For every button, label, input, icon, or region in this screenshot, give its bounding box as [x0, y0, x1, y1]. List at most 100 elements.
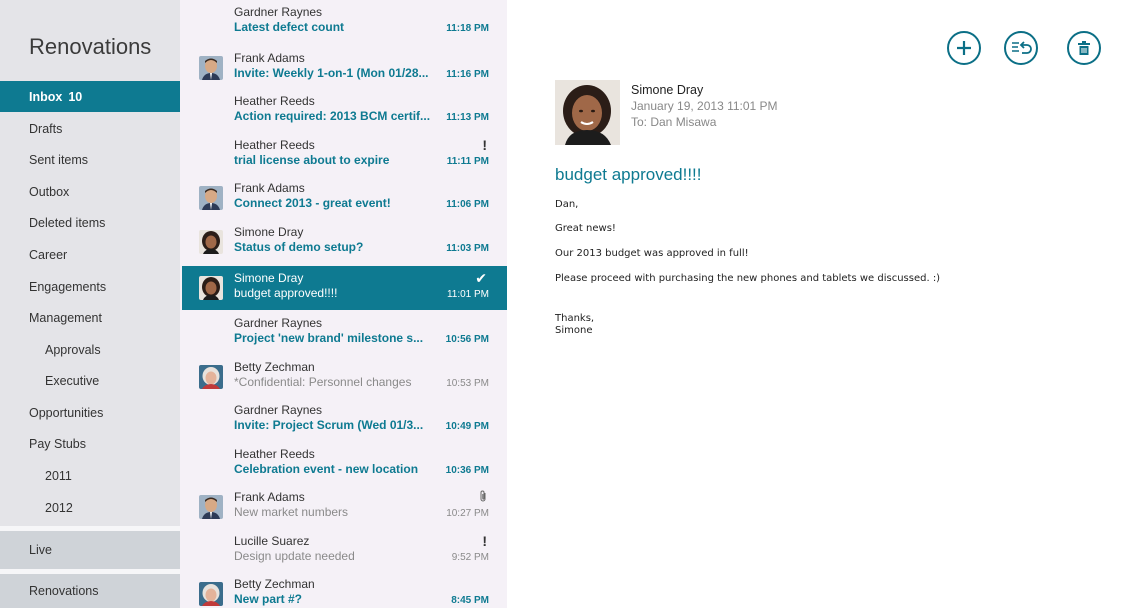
- folder-2011[interactable]: 2011: [0, 460, 180, 491]
- trash-icon: [1078, 41, 1090, 55]
- message-row[interactable]: Simone Dray budget approved!!!! 11:01 PM ✔: [182, 266, 507, 310]
- folder-label: Career: [29, 247, 68, 262]
- folder-opportunities[interactable]: Opportunities: [0, 397, 180, 428]
- message-subject: New market numbers: [234, 505, 349, 519]
- importance-flag-icon: !: [482, 532, 487, 549]
- folder-label: Sent items: [29, 152, 89, 167]
- respond-button[interactable]: [1004, 31, 1038, 65]
- attachment-indicator: [479, 489, 487, 505]
- message-time: 8:45 PM: [451, 595, 489, 606]
- message-sender: Heather Reeds: [234, 94, 315, 108]
- message-row[interactable]: Frank Adams New market numbers 10:27 PM: [182, 485, 507, 529]
- folder-inbox[interactable]: Inbox 10: [0, 81, 180, 112]
- reply-icon: [1012, 41, 1032, 54]
- message-sender: Heather Reeds: [234, 446, 315, 461]
- account-label: Renovations: [29, 584, 99, 598]
- message-row[interactable]: Gardner Raynes Latest defect count 11:18 P…: [182, 0, 507, 44]
- body-greeting: Dan,: [555, 199, 579, 210]
- message-row[interactable]: Gardner Raynes Invite: Project Scrum (Wed…: [182, 398, 507, 442]
- folder-engagements[interactable]: Engagements: [0, 271, 180, 302]
- folder-label: Inbox: [29, 89, 63, 104]
- folder-pay-stubs[interactable]: Pay Stubs: [0, 428, 180, 459]
- message-time: 11:06 PM: [446, 199, 489, 210]
- sent-date: January 19, 2013 11:01 PM: [631, 99, 778, 113]
- simone-avatar-icon: [199, 276, 223, 300]
- message-row[interactable]: Betty Zechman New part #? 8:45 PM: [182, 572, 507, 608]
- message-subject: Status of demo setup?: [234, 239, 364, 254]
- account-live[interactable]: Live: [0, 531, 180, 569]
- message-time: 11:11 PM: [446, 155, 489, 167]
- delete-button[interactable]: [1067, 31, 1101, 65]
- message-sender: Frank Adams: [234, 490, 305, 504]
- betty-avatar-icon: [199, 582, 223, 606]
- folder-career[interactable]: Career: [0, 239, 180, 270]
- folder-label: Approvals: [45, 342, 101, 357]
- message-row[interactable]: Betty Zechman *Confidential: Personnel ch…: [182, 355, 507, 399]
- message-subject: Connect 2013 - great event!: [234, 196, 391, 210]
- folder-label: Drafts: [29, 121, 63, 136]
- sender-photo: [555, 80, 620, 145]
- simone-avatar-icon: [199, 229, 223, 254]
- folder-drafts[interactable]: Drafts: [0, 113, 180, 144]
- paperclip-icon: [480, 490, 486, 502]
- folder-label: Engagements: [29, 279, 107, 294]
- message-time: 9:52 PM: [451, 551, 489, 563]
- message-sender: Simone Dray: [234, 271, 304, 285]
- message-sender: Gardner Raynes: [234, 316, 323, 330]
- message-subject: Celebration event - new location: [234, 461, 419, 476]
- message-sender: Lucille Suarez: [234, 533, 310, 548]
- message-time: 10:53 PM: [446, 377, 489, 389]
- importance-flag-icon: !: [482, 136, 487, 153]
- message-sender: Gardner Raynes: [234, 403, 323, 417]
- message-time: 10:36 PM: [445, 464, 489, 476]
- message-time: 11:03 PM: [446, 242, 489, 254]
- plus-icon: [957, 41, 971, 55]
- message-subject: budget approved!!!!: [555, 165, 702, 184]
- message-time: 11:13 PM: [446, 112, 489, 123]
- new-mail-button[interactable]: [947, 31, 981, 65]
- unread-count-badge: 10: [68, 89, 83, 104]
- message-list[interactable]: Gardner Raynes Latest defect count 11:18 P…: [180, 0, 507, 608]
- frank-avatar-icon: [199, 495, 223, 519]
- message-subject: trial license about to expire: [234, 152, 390, 167]
- message-row[interactable]: Lucille Suarez Design update needed 9:52 P…: [182, 529, 507, 573]
- message-subject: Latest defect count: [234, 20, 345, 34]
- betty-avatar-icon: [199, 364, 223, 389]
- folder-management[interactable]: Management: [0, 302, 180, 333]
- message-row[interactable]: Simone Dray Status of demo setup? 11:03 PM: [182, 220, 507, 264]
- folder-deleted-items[interactable]: Deleted items: [0, 207, 180, 238]
- folder-sent-items[interactable]: Sent items: [0, 144, 180, 175]
- folder-label: 2012: [45, 500, 73, 515]
- message-time: 11:16 PM: [446, 68, 489, 80]
- folder-approvals[interactable]: Approvals: [0, 334, 180, 365]
- message-row[interactable]: Heather Reeds trial license about to expi…: [182, 133, 507, 177]
- message-row[interactable]: Heather Reeds Celebration event - new loc…: [182, 442, 507, 486]
- account-renovations[interactable]: Renovations: [0, 574, 180, 608]
- message-row[interactable]: Frank Adams Invite: Weekly 1-on-1 (Mon 01…: [182, 46, 507, 90]
- message-time: 11:01 PM: [446, 289, 489, 300]
- folder-label: 2011: [45, 468, 72, 483]
- message-sender: Betty Zechman: [234, 577, 315, 591]
- message-subject: *Confidential: Personnel changes: [234, 374, 412, 389]
- folder-label: Pay Stubs: [29, 436, 86, 451]
- message-row[interactable]: Gardner Raynes Project 'new brand' milest…: [182, 311, 507, 355]
- body-signoff: Thanks,: [555, 313, 595, 324]
- message-sender: Betty Zechman: [234, 359, 315, 374]
- reading-pane: Simone Dray January 19, 2013 11:01 PM To…: [507, 0, 1134, 608]
- message-time: 11:18 PM: [446, 23, 489, 34]
- folder-label: Executive: [45, 373, 100, 388]
- folder-executive[interactable]: Executive: [0, 365, 180, 396]
- folder-outbox[interactable]: Outbox: [0, 176, 180, 207]
- body-line: Please proceed with purchasing the new p…: [555, 273, 941, 284]
- simone-portrait-icon: [555, 80, 620, 145]
- folder-label: Opportunities: [29, 405, 104, 420]
- folder-label: Outbox: [29, 184, 70, 199]
- message-row[interactable]: Heather Reeds Action required: 2013 BCM c…: [182, 89, 507, 133]
- message-time: 10:27 PM: [446, 508, 489, 519]
- message-sender: Heather Reeds: [234, 137, 315, 152]
- message-row[interactable]: Frank Adams Connect 2013 - great event! 11…: [182, 176, 507, 220]
- account-title: Renovations: [29, 34, 152, 59]
- message-subject: New part #?: [234, 592, 303, 606]
- message-sender: Frank Adams: [234, 50, 305, 65]
- folder-2012[interactable]: 2012: [0, 492, 180, 523]
